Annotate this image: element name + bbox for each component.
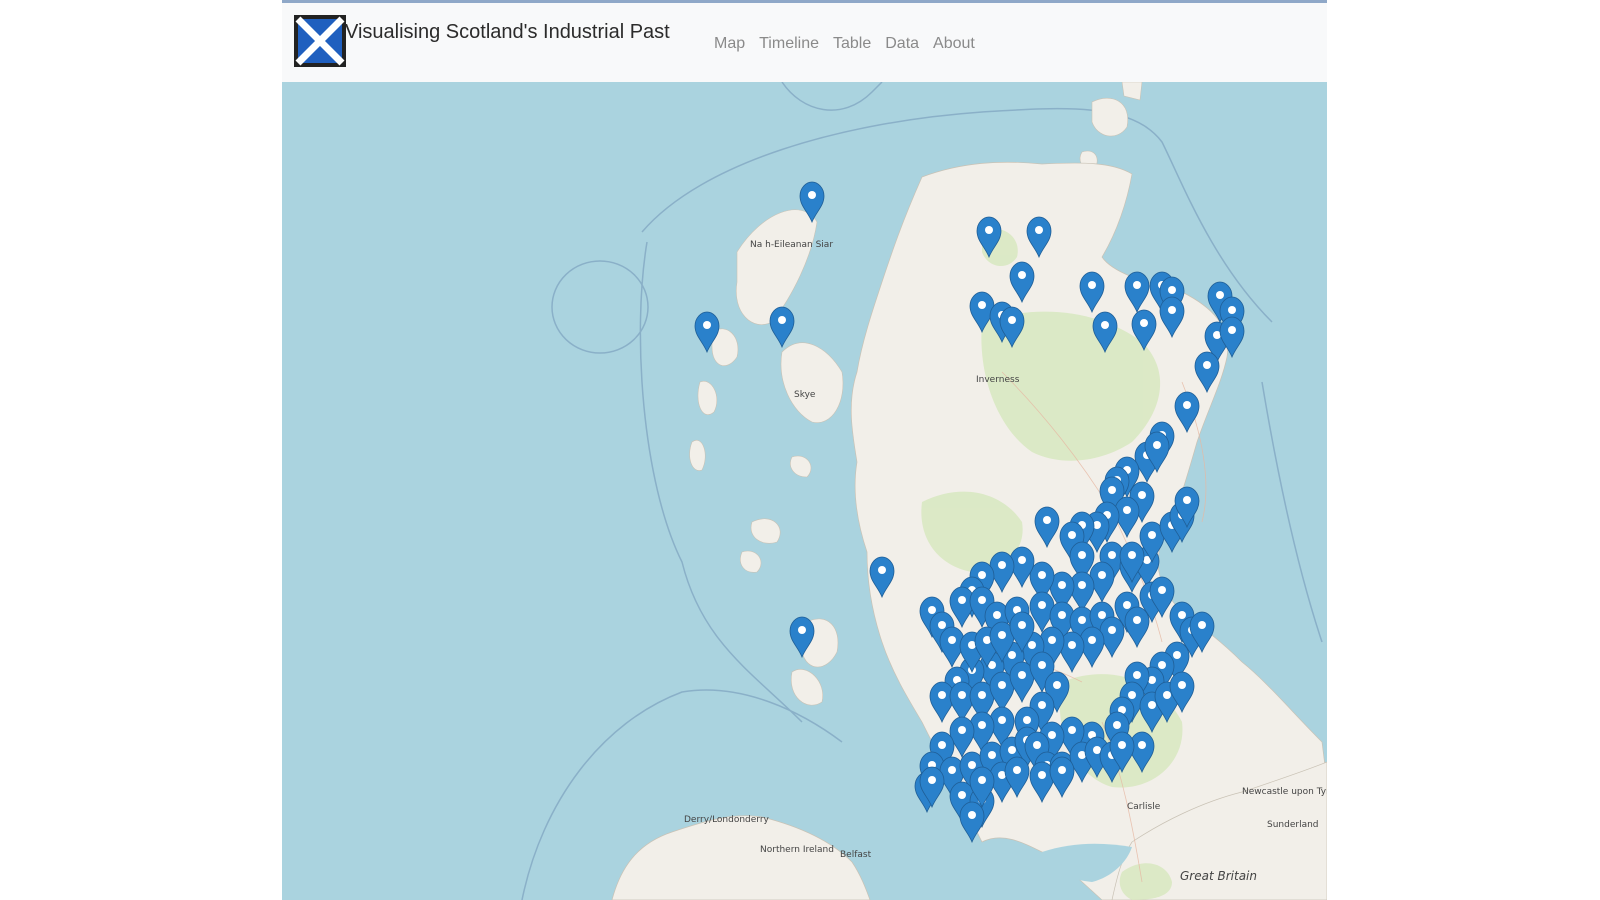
label-derry: Derry/Londonderry [684,815,770,825]
app-title[interactable]: Visualising Scotland's Industrial Past [345,21,670,44]
label-skye: Skye [794,390,816,400]
northern-ireland [611,815,871,900]
label-great-britain: Great Britain [1180,869,1257,883]
label-newcastle: Newcastle upon Tyne [1242,787,1327,797]
nav-item-timeline[interactable]: Timeline [759,35,819,53]
map-pin-icon[interactable] [769,306,795,349]
nav-item-table[interactable]: Table [833,35,871,53]
label-sunderland: Sunderland [1267,820,1319,830]
label-carlisle: Carlisle [1127,802,1161,812]
label-belfast: Belfast [840,850,872,860]
nav-item-map[interactable]: Map [714,35,745,53]
map-view[interactable]: Na h-Eileanan Siar Skye Inverness Derry/… [282,82,1327,900]
label-hebrides: Na h-Eileanan Siar [750,240,833,250]
nav-item-about[interactable]: About [933,35,975,53]
orkney-islands [1079,82,1143,173]
nav-item-data[interactable]: Data [885,35,919,53]
inner-hebrides [740,342,844,706]
map-canvas[interactable]: Na h-Eileanan Siar Skye Inverness Derry/… [282,82,1327,900]
label-inverness: Inverness [976,375,1020,385]
nav-menu: Map Timeline Table Data About [714,35,975,53]
navbar: Visualising Scotland's Industrial Past M… [282,3,1327,82]
label-northern-ireland: Northern Ireland [760,845,834,855]
app-window: Visualising Scotland's Industrial Past M… [282,0,1327,900]
saltire-flag-logo[interactable] [294,15,346,67]
